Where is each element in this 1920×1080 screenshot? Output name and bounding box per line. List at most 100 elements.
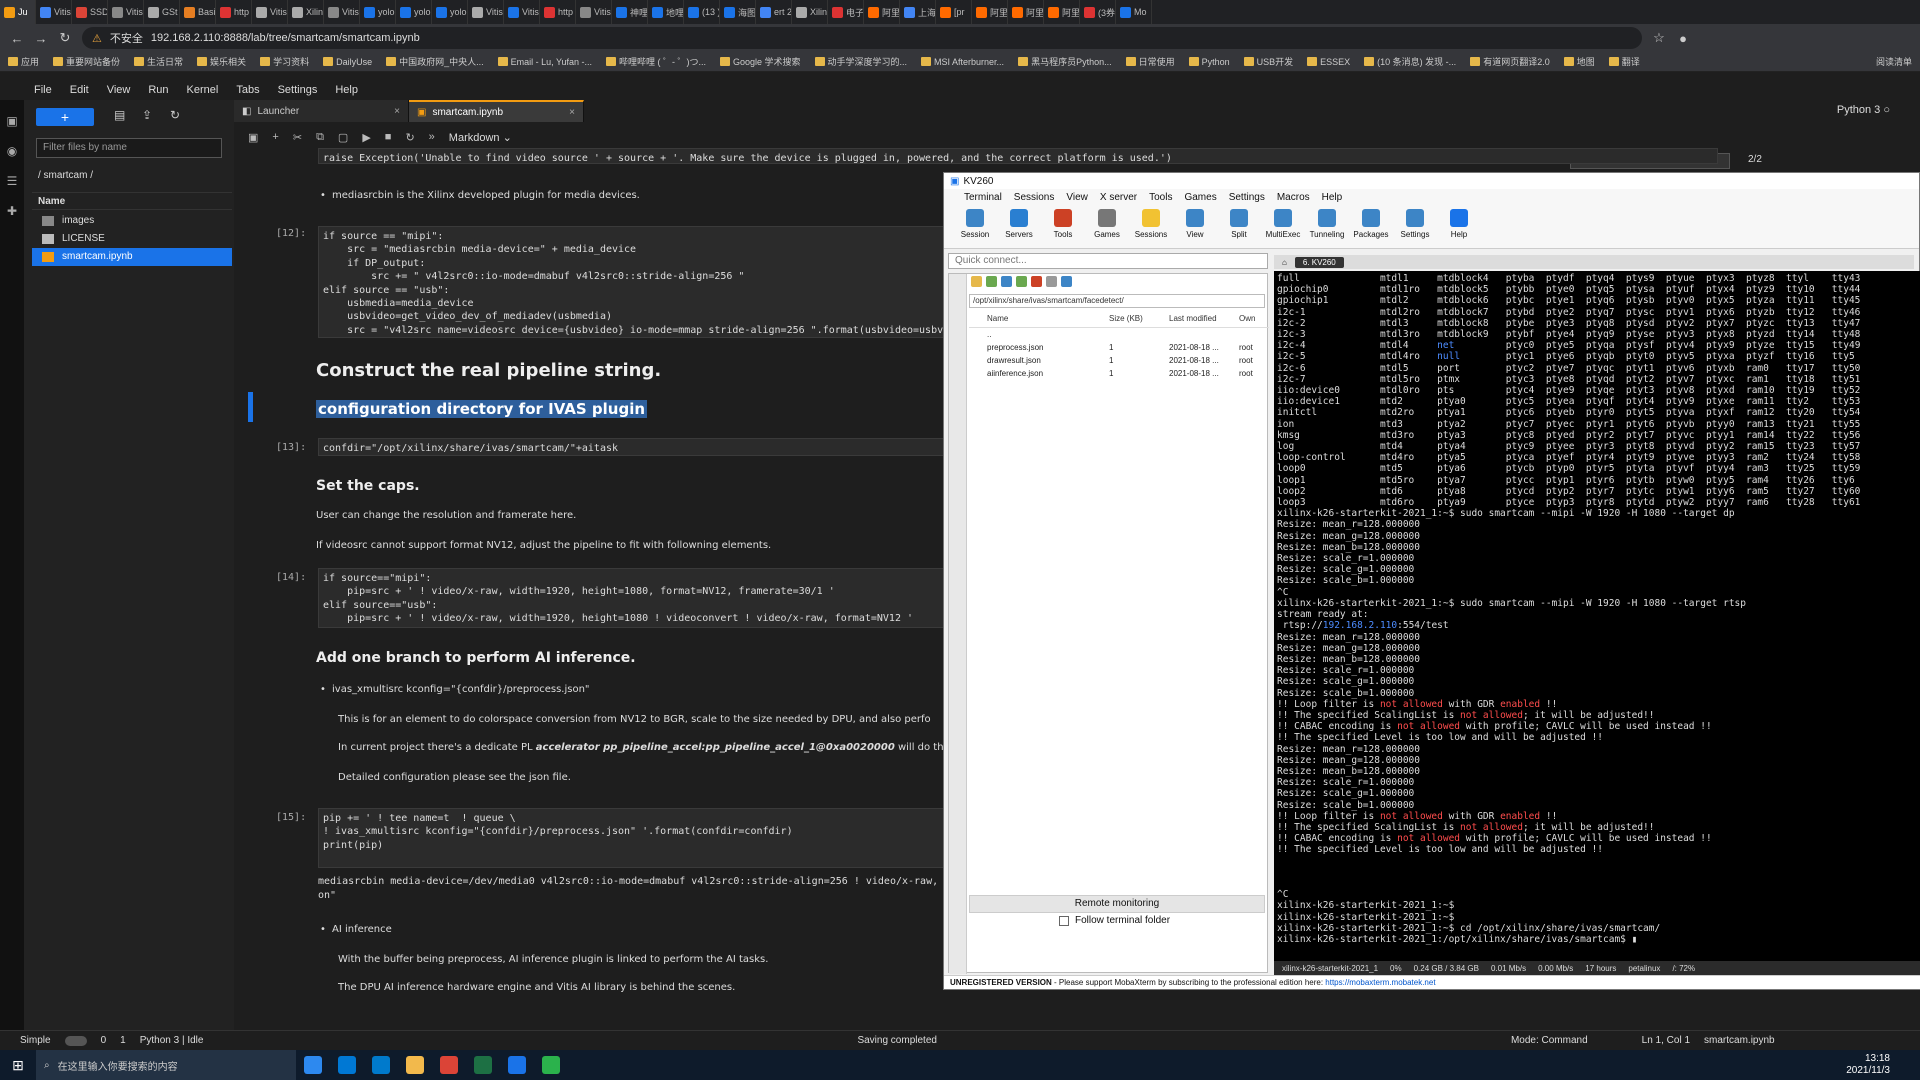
- moba-tool-packages-button[interactable]: Packages: [1352, 209, 1390, 244]
- menu-settings[interactable]: Settings: [278, 84, 318, 96]
- save-icon[interactable]: ▣: [248, 131, 258, 144]
- browser-tab[interactable]: 海图: [720, 0, 756, 24]
- tab-smartcam[interactable]: ▣ smartcam.ipynb ×: [409, 100, 584, 122]
- taskbar-search[interactable]: ⌕ 在这里输入你要搜索的内容: [36, 1050, 296, 1080]
- close-icon[interactable]: ×: [569, 107, 575, 118]
- cell-type-select[interactable]: Markdown ⌄: [449, 131, 512, 144]
- sftp-row[interactable]: preprocess.json 1 2021-08-18 ... root: [969, 343, 1269, 355]
- browser-tab[interactable]: 阿里: [972, 0, 1008, 24]
- col-size[interactable]: Size (KB): [1109, 314, 1169, 327]
- col-owner[interactable]: Own: [1239, 314, 1269, 327]
- bookmark-item[interactable]: Google 学术搜索: [719, 55, 801, 68]
- menu-kernel[interactable]: Kernel: [187, 84, 219, 96]
- bookmark-item[interactable]: 哔哩哔哩 ( ゜- ゜)つ...: [605, 55, 706, 68]
- moba-tool-tools-button[interactable]: Tools: [1044, 209, 1082, 244]
- side-tabs[interactable]: [949, 274, 967, 974]
- moba-menu-item[interactable]: Help: [1322, 192, 1343, 203]
- browser-tab[interactable]: ert 2: [756, 0, 792, 24]
- browser-tab[interactable]: (13 ),: [684, 0, 720, 24]
- moba-tool-help-button[interactable]: Help: [1440, 209, 1478, 244]
- menu-file[interactable]: File: [34, 84, 52, 96]
- footer-link[interactable]: https://mobaxterm.mobatek.net: [1325, 978, 1435, 987]
- moba-menu-item[interactable]: Tools: [1149, 192, 1172, 203]
- browser-tab[interactable]: Vitis: [504, 0, 540, 24]
- moba-tool-servers-button[interactable]: Servers: [1000, 209, 1038, 244]
- moba-menu-item[interactable]: Sessions: [1014, 192, 1055, 203]
- browser-tab[interactable]: [pr: [936, 0, 972, 24]
- browser-tab[interactable]: SSD: [72, 0, 108, 24]
- browser-tab[interactable]: Ju: [0, 0, 36, 24]
- paste-icon[interactable]: ▢: [338, 131, 348, 144]
- menu-help[interactable]: Help: [335, 84, 358, 96]
- add-cell-icon[interactable]: +: [272, 131, 278, 143]
- file-row-images[interactable]: images: [32, 212, 232, 230]
- moba-tool-settings-button[interactable]: Settings: [1396, 209, 1434, 244]
- sftp-row[interactable]: drawresult.json 1 2021-08-18 ... root: [969, 356, 1269, 368]
- commands-icon[interactable]: ☰: [5, 174, 19, 188]
- filter-input[interactable]: Filter files by name: [36, 138, 222, 158]
- browser-tab[interactable]: Vitis: [252, 0, 288, 24]
- browser-tab[interactable]: Vitis: [576, 0, 612, 24]
- simple-mode-label[interactable]: Simple: [20, 1035, 51, 1046]
- col-modified[interactable]: Last modified: [1169, 314, 1239, 327]
- url-text[interactable]: 192.168.2.110:8888/lab/tree/smartcam/sma…: [151, 32, 420, 44]
- col-name[interactable]: Name: [969, 314, 1109, 327]
- wechat-icon[interactable]: [542, 1056, 560, 1074]
- browser-tab[interactable]: yolo: [396, 0, 432, 24]
- bookmark-item[interactable]: Email - Lu, Yufan -...: [497, 57, 592, 67]
- menu-tabs[interactable]: Tabs: [236, 84, 259, 96]
- browser-tab[interactable]: yolo: [432, 0, 468, 24]
- browser-tab[interactable]: 地哩: [648, 0, 684, 24]
- address-bar[interactable]: ⚠ 不安全 192.168.2.110:8888/lab/tree/smartc…: [82, 27, 1642, 49]
- edge-icon[interactable]: [304, 1056, 322, 1074]
- folder-icon[interactable]: [971, 276, 982, 287]
- copy-icon[interactable]: ⧉: [316, 131, 324, 144]
- browser-tab[interactable]: Xilin: [792, 0, 828, 24]
- bookmark-item[interactable]: 日常使用: [1125, 55, 1175, 68]
- breadcrumb[interactable]: / smartcam /: [38, 170, 93, 181]
- folder-icon[interactable]: ▣: [5, 114, 19, 128]
- browser-tab[interactable]: Vitis: [324, 0, 360, 24]
- windows-start-icon[interactable]: ⊞: [0, 1057, 36, 1074]
- moba-menu-item[interactable]: Terminal: [964, 192, 1002, 203]
- bookmark-item[interactable]: Python: [1188, 57, 1230, 67]
- moba-tool-games-button[interactable]: Games: [1088, 209, 1126, 244]
- fast-forward-icon[interactable]: »: [429, 131, 435, 143]
- bookmark-item[interactable]: 重要网站备份: [53, 55, 120, 68]
- menu-run[interactable]: Run: [148, 84, 168, 96]
- bookmark-icon[interactable]: [1061, 276, 1072, 287]
- download-icon[interactable]: [986, 276, 997, 287]
- new-launcher-button[interactable]: +: [36, 108, 94, 126]
- session-tab[interactable]: 6. KV260: [1294, 256, 1344, 268]
- browser-tab[interactable]: 阿里: [1044, 0, 1080, 24]
- browser-tab[interactable]: 阿里: [1008, 0, 1044, 24]
- browser-tab[interactable]: 神哩: [612, 0, 648, 24]
- bookmark-item[interactable]: DailyUse: [323, 57, 372, 67]
- bookmark-item[interactable]: 中国政府网_中央人...: [386, 55, 484, 68]
- browser-tab[interactable]: Vitis: [36, 0, 72, 24]
- browser-tab[interactable]: Vitis: [108, 0, 144, 24]
- quick-connect-input[interactable]: Quick connect...: [948, 253, 1268, 269]
- moba-tool-multiexec-button[interactable]: MultiExec: [1264, 209, 1302, 244]
- sftp-row[interactable]: ..: [969, 330, 1269, 342]
- reading-list[interactable]: 阅读清单: [1876, 55, 1912, 68]
- follow-terminal-checkbox[interactable]: Follow terminal folder: [1059, 915, 1170, 926]
- bookmark-item[interactable]: USB开发: [1243, 55, 1293, 68]
- moba-tool-sessions-button[interactable]: Sessions: [1132, 209, 1170, 244]
- browser-tab[interactable]: Mo: [1116, 0, 1152, 24]
- bookmark-item[interactable]: 有道网页翻译2.0: [1470, 55, 1550, 68]
- moba-menu-item[interactable]: View: [1066, 192, 1088, 203]
- upload-icon[interactable]: [1001, 276, 1012, 287]
- browser-tab[interactable]: (3券: [1080, 0, 1116, 24]
- refresh-icon[interactable]: ↻: [170, 108, 180, 126]
- bookmark-item[interactable]: 娱乐相关: [197, 55, 246, 68]
- reload-icon[interactable]: ↻: [58, 30, 72, 46]
- home-icon[interactable]: ⌂: [1282, 258, 1287, 267]
- code-line-raise[interactable]: raise Exception('Unable to find video so…: [318, 148, 1718, 164]
- bookmark-item[interactable]: ESSEX: [1307, 57, 1350, 67]
- simple-toggle[interactable]: [64, 1035, 87, 1046]
- moba-tool-view-button[interactable]: View: [1176, 209, 1214, 244]
- sftp-path-input[interactable]: /opt/xilinx/share/ivas/smartcam/facedete…: [969, 294, 1265, 308]
- bookmark-item[interactable]: 翻译: [1608, 55, 1640, 68]
- bookmark-item[interactable]: (10 条消息) 发现 -...: [1364, 55, 1456, 68]
